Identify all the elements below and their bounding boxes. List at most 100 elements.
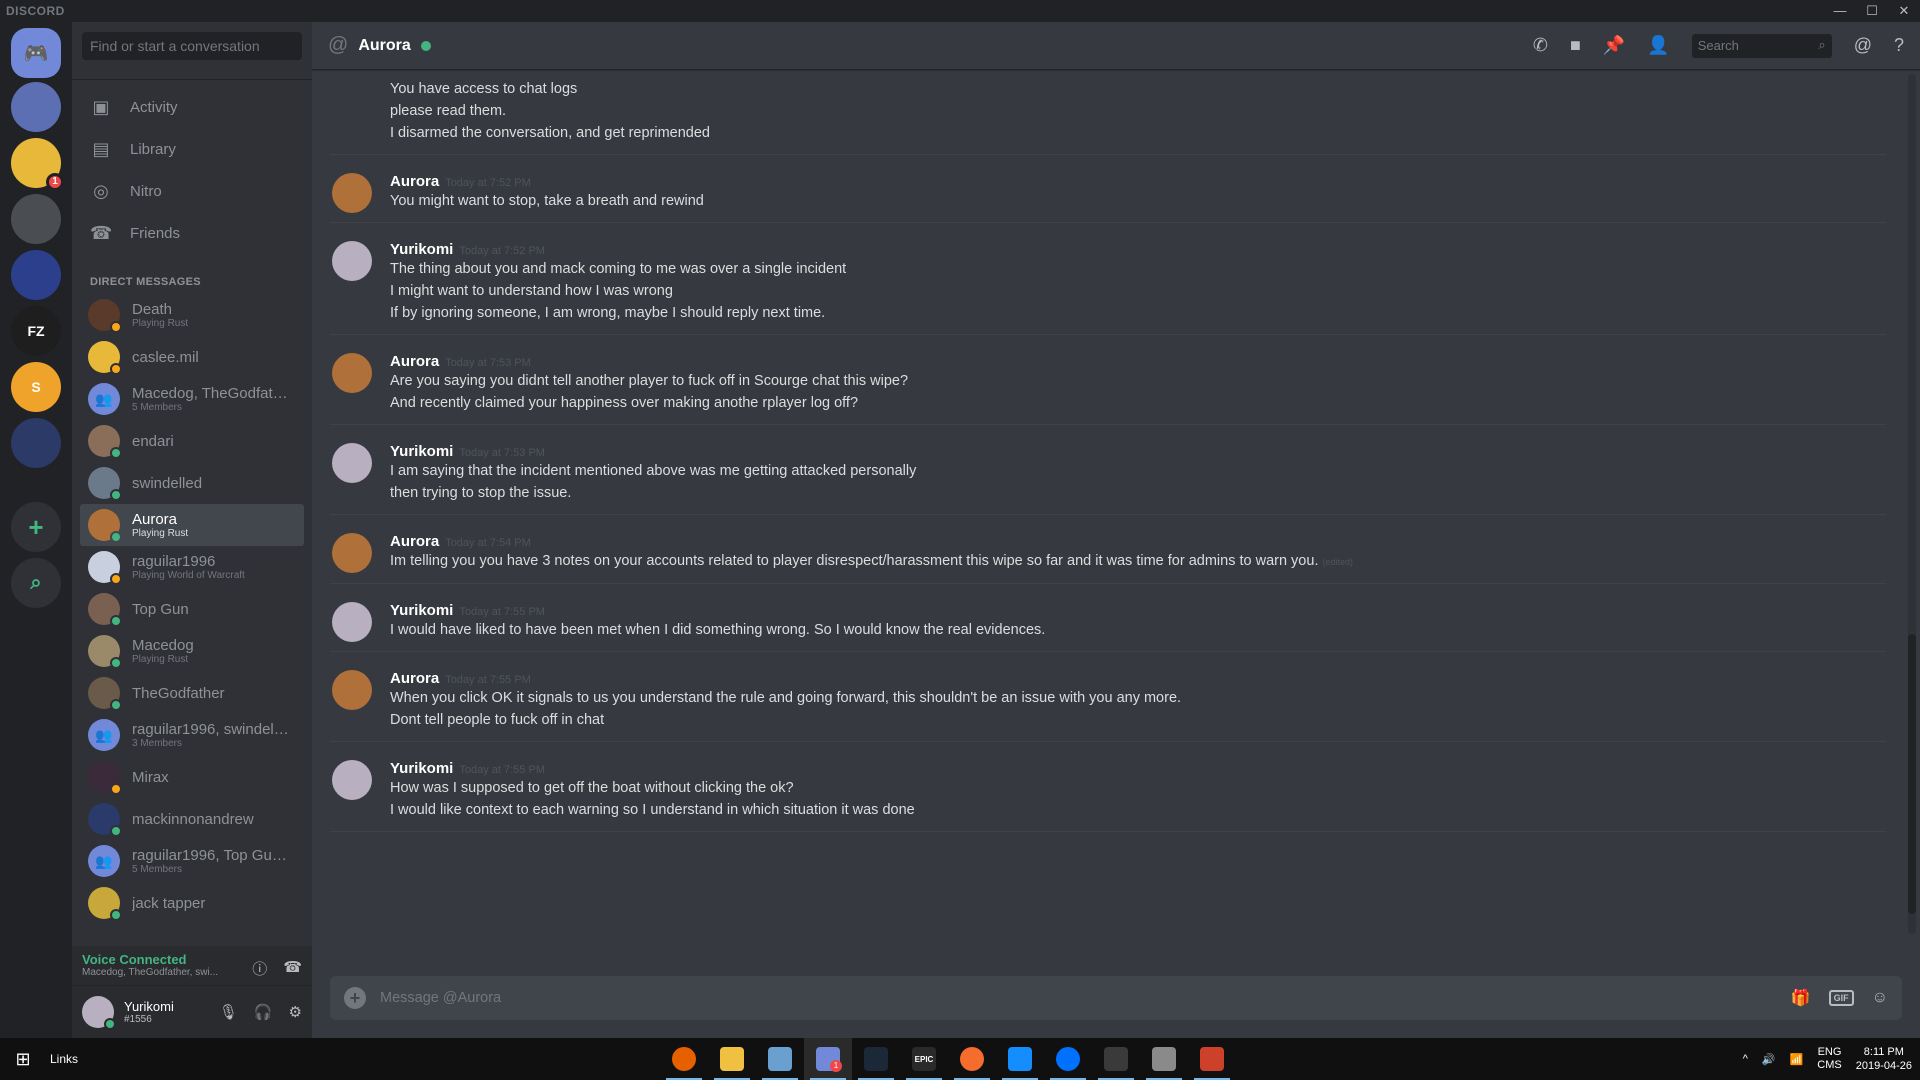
edited-marker: (edited) — [1322, 557, 1353, 567]
emoji-icon[interactable]: ☺ — [1872, 989, 1888, 1007]
guild-icon-guild-3[interactable] — [11, 194, 61, 244]
voice-call-icon[interactable]: ✆ — [1533, 35, 1548, 56]
nav-item-nitro[interactable]: ◎ Nitro — [72, 170, 312, 212]
dm-item[interactable]: endari — [80, 420, 304, 462]
dm-item[interactable]: Mirax — [80, 756, 304, 798]
maximize-icon[interactable]: ☐ — [1856, 0, 1888, 22]
dm-item[interactable]: 👥 raguilar1996, Top Gun, ... 5 Members — [80, 840, 304, 882]
guild-icon-guild-2[interactable]: 1 — [11, 138, 64, 191]
dm-item[interactable]: jack tapper — [80, 882, 304, 924]
windows-start-icon[interactable]: ⊞ — [0, 1049, 46, 1070]
nav-item-friends[interactable]: ☎ Friends — [72, 212, 312, 254]
taskbar-droplet-app-icon[interactable] — [1092, 1038, 1140, 1080]
taskbar-origin-icon[interactable] — [948, 1038, 996, 1080]
dm-item[interactable]: Top Gun — [80, 588, 304, 630]
taskbar-firefox-icon[interactable] — [660, 1038, 708, 1080]
taskbar-steam-icon[interactable] — [852, 1038, 900, 1080]
message-avatar[interactable] — [332, 670, 372, 710]
message-avatar[interactable] — [332, 760, 372, 800]
lang-sub: CMS — [1817, 1059, 1842, 1071]
message-avatar[interactable] — [332, 173, 372, 213]
headphones-icon[interactable]: 🎧 — [254, 1003, 273, 1021]
user-panel: Yurikomi #1556 🎙 🎧 ⚙ — [72, 986, 312, 1038]
language-indicator[interactable]: ENG CMS — [1817, 1046, 1841, 1072]
message-author[interactable]: Aurora — [390, 173, 439, 190]
disconnect-icon[interactable]: ☎ — [283, 958, 302, 979]
message-avatar[interactable] — [332, 443, 372, 483]
gif-icon[interactable]: GIF — [1828, 990, 1854, 1006]
message-author[interactable]: Aurora — [390, 353, 439, 370]
taskbar-rust-app-icon[interactable] — [1188, 1038, 1236, 1080]
chevron-up-icon[interactable]: ^ — [1743, 1053, 1748, 1065]
video-call-icon[interactable]: ■ — [1570, 35, 1581, 56]
dm-item[interactable]: 👥 Macedog, TheGodfathe... 5 Members — [80, 378, 304, 420]
status-dot — [110, 615, 122, 627]
guild-label: S — [31, 379, 41, 395]
message-author[interactable]: Aurora — [390, 533, 439, 550]
dm-item[interactable]: Death Playing Rust — [80, 294, 304, 336]
message-text-content: Im telling you you have 3 notes on your … — [390, 553, 1319, 569]
message-group: Aurora Today at 7:55 PM When you click OK … — [330, 652, 1886, 742]
dm-subtitle: 5 Members — [132, 402, 183, 413]
scrollbar-thumb[interactable] — [1908, 634, 1916, 914]
message-avatar[interactable] — [332, 241, 372, 281]
taskbar-file-explorer-icon[interactable] — [708, 1038, 756, 1080]
message-avatar[interactable] — [332, 353, 372, 393]
scrollbar[interactable] — [1908, 74, 1916, 934]
guild-icon-home[interactable]: 🎮 — [11, 28, 61, 78]
info-icon[interactable]: ⓘ — [252, 958, 267, 979]
dm-search-input[interactable]: Find or start a conversation — [82, 32, 302, 60]
taskbar-discord-icon[interactable]: 1 — [804, 1038, 852, 1080]
dm-item[interactable]: swindelled — [80, 462, 304, 504]
explore-search-icon[interactable]: ⌕ — [11, 558, 61, 608]
guild-icon-guild-6[interactable]: S — [11, 362, 61, 412]
nav-item-library[interactable]: ▤ Library — [72, 128, 312, 170]
dm-subtitle: Playing Rust — [132, 654, 189, 665]
guild-icon-guild-4[interactable] — [11, 250, 61, 300]
taskbar-epic-games-icon[interactable]: EPIC — [900, 1038, 948, 1080]
message-author[interactable]: Yurikomi — [390, 241, 453, 258]
add-friend-icon[interactable]: 👤 — [1647, 35, 1669, 56]
message-author[interactable]: Yurikomi — [390, 602, 453, 619]
dm-item[interactable]: Macedog Playing Rust — [80, 630, 304, 672]
taskbar-uplay-icon[interactable] — [1044, 1038, 1092, 1080]
message-input[interactable] — [380, 990, 1791, 1006]
mute-mic-icon[interactable]: 🎙 — [219, 1003, 238, 1021]
nav-item-activity[interactable]: ▣ Activity — [72, 86, 312, 128]
dm-item[interactable]: caslee.mil — [80, 336, 304, 378]
clock[interactable]: 8:11 PM 2019-04-26 — [1856, 1045, 1912, 1073]
gift-icon[interactable]: 🎁 — [1791, 988, 1811, 1008]
minimize-icon[interactable]: — — [1824, 0, 1856, 22]
taskbar-battlenet-icon[interactable] — [996, 1038, 1044, 1080]
message-author[interactable]: Yurikomi — [390, 443, 453, 460]
message-avatar[interactable] — [332, 602, 372, 642]
message-author[interactable]: Yurikomi — [390, 760, 453, 777]
guild-icon-guild-7[interactable] — [11, 418, 61, 468]
at-icon: @ — [328, 34, 349, 56]
message-author[interactable]: Aurora — [390, 670, 439, 687]
guild-icon-guild-1[interactable] — [11, 82, 61, 132]
taskbar-notes-app-icon[interactable] — [756, 1038, 804, 1080]
upload-plus-icon[interactable]: + — [344, 987, 366, 1009]
close-icon[interactable]: ✕ — [1888, 0, 1920, 22]
settings-gear-icon[interactable]: ⚙ — [289, 1003, 302, 1021]
discord-logo-icon: 🎮 — [23, 42, 49, 65]
volume-icon[interactable]: 🔊 — [1762, 1053, 1776, 1066]
add-server-icon[interactable]: + — [11, 502, 61, 552]
dm-item[interactable]: mackinnonandrew — [80, 798, 304, 840]
network-icon[interactable]: 📶 — [1790, 1053, 1804, 1066]
header-search[interactable]: Search ⌕ — [1691, 33, 1832, 58]
dm-item[interactable]: raguilar1996 Playing World of Warcraft — [80, 546, 304, 588]
help-icon[interactable]: ? — [1894, 35, 1904, 56]
dm-item[interactable]: Aurora Playing Rust — [80, 504, 304, 546]
mentions-icon[interactable]: @ — [1854, 35, 1872, 56]
dm-item[interactable]: 👥 raguilar1996, swindelled 3 Members — [80, 714, 304, 756]
links-toolbar[interactable]: Links — [50, 1052, 78, 1066]
message-avatar[interactable] — [332, 533, 372, 573]
dm-item[interactable]: TheGodfather — [80, 672, 304, 714]
pin-icon[interactable]: 📌 — [1603, 35, 1625, 56]
guild-icon-guild-5[interactable]: FZ — [11, 306, 61, 356]
taskbar-window-app-icon[interactable] — [1140, 1038, 1188, 1080]
user-avatar[interactable] — [82, 996, 116, 1030]
message-text: Dont tell people to fuck off in chat — [390, 709, 1886, 731]
